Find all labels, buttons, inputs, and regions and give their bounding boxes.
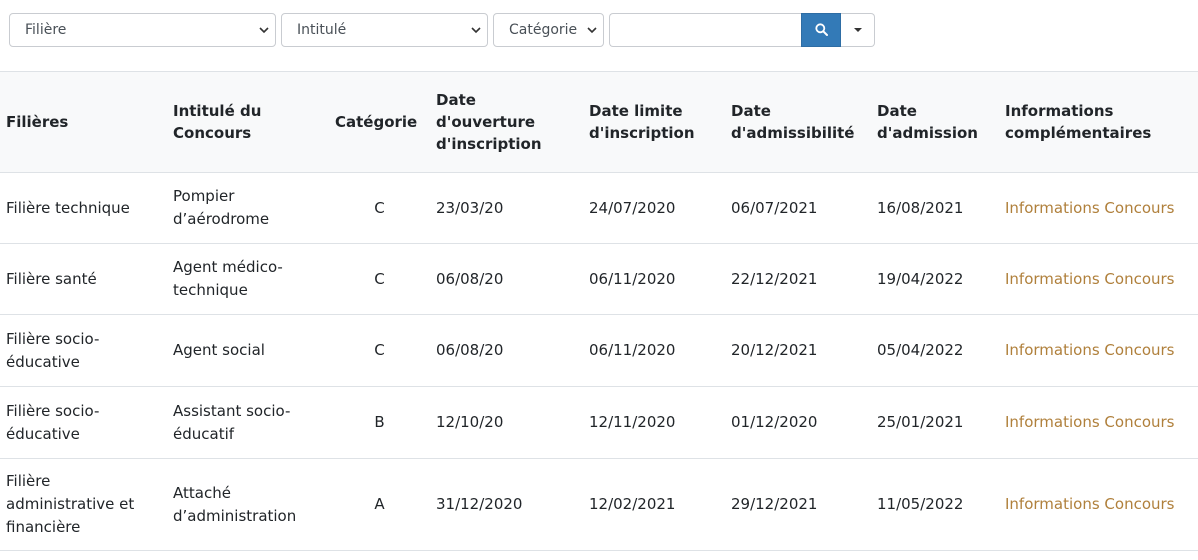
header-date-limite: Date limite d'inscription bbox=[583, 71, 725, 173]
cell-date-ouverture: 06/08/20 bbox=[430, 314, 583, 387]
search-options-dropdown[interactable] bbox=[841, 13, 875, 47]
header-date-admissibilite: Date d'admissibilité bbox=[725, 71, 871, 173]
search-icon bbox=[814, 21, 828, 40]
cell-categorie: C bbox=[329, 172, 430, 244]
header-intitule: Intitulé du Concours bbox=[167, 71, 329, 173]
informations-concours-link[interactable]: Informations Concours bbox=[1005, 413, 1174, 431]
informations-concours-link[interactable]: Informations Concours bbox=[1005, 495, 1174, 513]
concours-table: Filières Intitulé du Concours Catégorie … bbox=[0, 71, 1198, 551]
intitule-select-value: Intitulé bbox=[297, 22, 347, 38]
search-button[interactable] bbox=[801, 13, 841, 47]
chevron-down-icon bbox=[470, 24, 482, 36]
categorie-select[interactable]: Catégorie bbox=[493, 13, 604, 47]
intitule-select[interactable]: Intitulé bbox=[281, 13, 488, 47]
search-input[interactable] bbox=[609, 13, 801, 47]
cell-date-limite: 12/11/2020 bbox=[583, 386, 725, 459]
header-date-admission: Date d'admission bbox=[871, 71, 999, 173]
informations-concours-link[interactable]: Informations Concours bbox=[1005, 270, 1174, 288]
cell-filiere: Filière technique bbox=[0, 172, 167, 244]
cell-date-admissibilite: 06/07/2021 bbox=[725, 172, 871, 244]
cell-date-admissibilite: 22/12/2021 bbox=[725, 243, 871, 315]
table-row: Filière santé Agent médico-technique C 0… bbox=[0, 243, 1198, 315]
cell-filiere: Filière administrative et financière bbox=[0, 458, 167, 551]
cell-filiere: Filière santé bbox=[0, 243, 167, 315]
header-filieres: Filières bbox=[0, 71, 167, 173]
filiere-select[interactable]: Filière bbox=[9, 13, 276, 47]
cell-date-admissibilite: 01/12/2020 bbox=[725, 386, 871, 459]
cell-informations: Informations Concours bbox=[999, 243, 1198, 315]
table-header-row: Filières Intitulé du Concours Catégorie … bbox=[0, 71, 1198, 173]
table-row: Filière technique Pompier d’aérodrome C … bbox=[0, 172, 1198, 244]
cell-date-ouverture: 12/10/20 bbox=[430, 386, 583, 459]
caret-down-icon bbox=[853, 28, 862, 32]
header-informations: Informations complémentaires bbox=[999, 71, 1198, 173]
cell-intitule: Assistant socio-éducatif bbox=[167, 386, 329, 459]
cell-informations: Informations Concours bbox=[999, 386, 1198, 459]
chevron-down-icon bbox=[258, 24, 270, 36]
cell-date-admissibilite: 29/12/2021 bbox=[725, 458, 871, 551]
cell-date-ouverture: 23/03/20 bbox=[430, 172, 583, 244]
cell-intitule: Agent médico-technique bbox=[167, 243, 329, 315]
cell-date-admission: 05/04/2022 bbox=[871, 314, 999, 387]
cell-filiere: Filière socio-éducative bbox=[0, 314, 167, 387]
cell-categorie: A bbox=[329, 458, 430, 551]
cell-date-admission: 11/05/2022 bbox=[871, 458, 999, 551]
cell-date-limite: 06/11/2020 bbox=[583, 243, 725, 315]
chevron-down-icon bbox=[586, 24, 598, 36]
cell-informations: Informations Concours bbox=[999, 458, 1198, 551]
table-row: Filière socio-éducative Agent social C 0… bbox=[0, 314, 1198, 387]
cell-date-admission: 19/04/2022 bbox=[871, 243, 999, 315]
table-row: Filière socio-éducative Assistant socio-… bbox=[0, 386, 1198, 459]
cell-date-ouverture: 31/12/2020 bbox=[430, 458, 583, 551]
cell-informations: Informations Concours bbox=[999, 172, 1198, 244]
cell-intitule: Attaché d’administration bbox=[167, 458, 329, 551]
cell-date-limite: 12/02/2021 bbox=[583, 458, 725, 551]
cell-categorie: B bbox=[329, 386, 430, 459]
filiere-select-value: Filière bbox=[25, 22, 67, 38]
informations-concours-link[interactable]: Informations Concours bbox=[1005, 199, 1174, 217]
cell-intitule: Pompier d’aérodrome bbox=[167, 172, 329, 244]
cell-informations: Informations Concours bbox=[999, 314, 1198, 387]
cell-date-admission: 16/08/2021 bbox=[871, 172, 999, 244]
cell-categorie: C bbox=[329, 243, 430, 315]
informations-concours-link[interactable]: Informations Concours bbox=[1005, 341, 1174, 359]
cell-date-limite: 06/11/2020 bbox=[583, 314, 725, 387]
header-categorie: Catégorie bbox=[329, 71, 430, 173]
cell-intitule: Agent social bbox=[167, 314, 329, 387]
table-row: Filière administrative et financière Att… bbox=[0, 458, 1198, 551]
header-date-ouverture: Date d'ouverture d'inscription bbox=[430, 71, 583, 173]
cell-date-admission: 25/01/2021 bbox=[871, 386, 999, 459]
cell-date-limite: 24/07/2020 bbox=[583, 172, 725, 244]
cell-filiere: Filière socio-éducative bbox=[0, 386, 167, 459]
cell-date-ouverture: 06/08/20 bbox=[430, 243, 583, 315]
cell-date-admissibilite: 20/12/2021 bbox=[725, 314, 871, 387]
filter-toolbar: Filière Intitulé Catégorie bbox=[9, 13, 875, 47]
categorie-select-value: Catégorie bbox=[509, 22, 578, 38]
cell-categorie: C bbox=[329, 314, 430, 387]
